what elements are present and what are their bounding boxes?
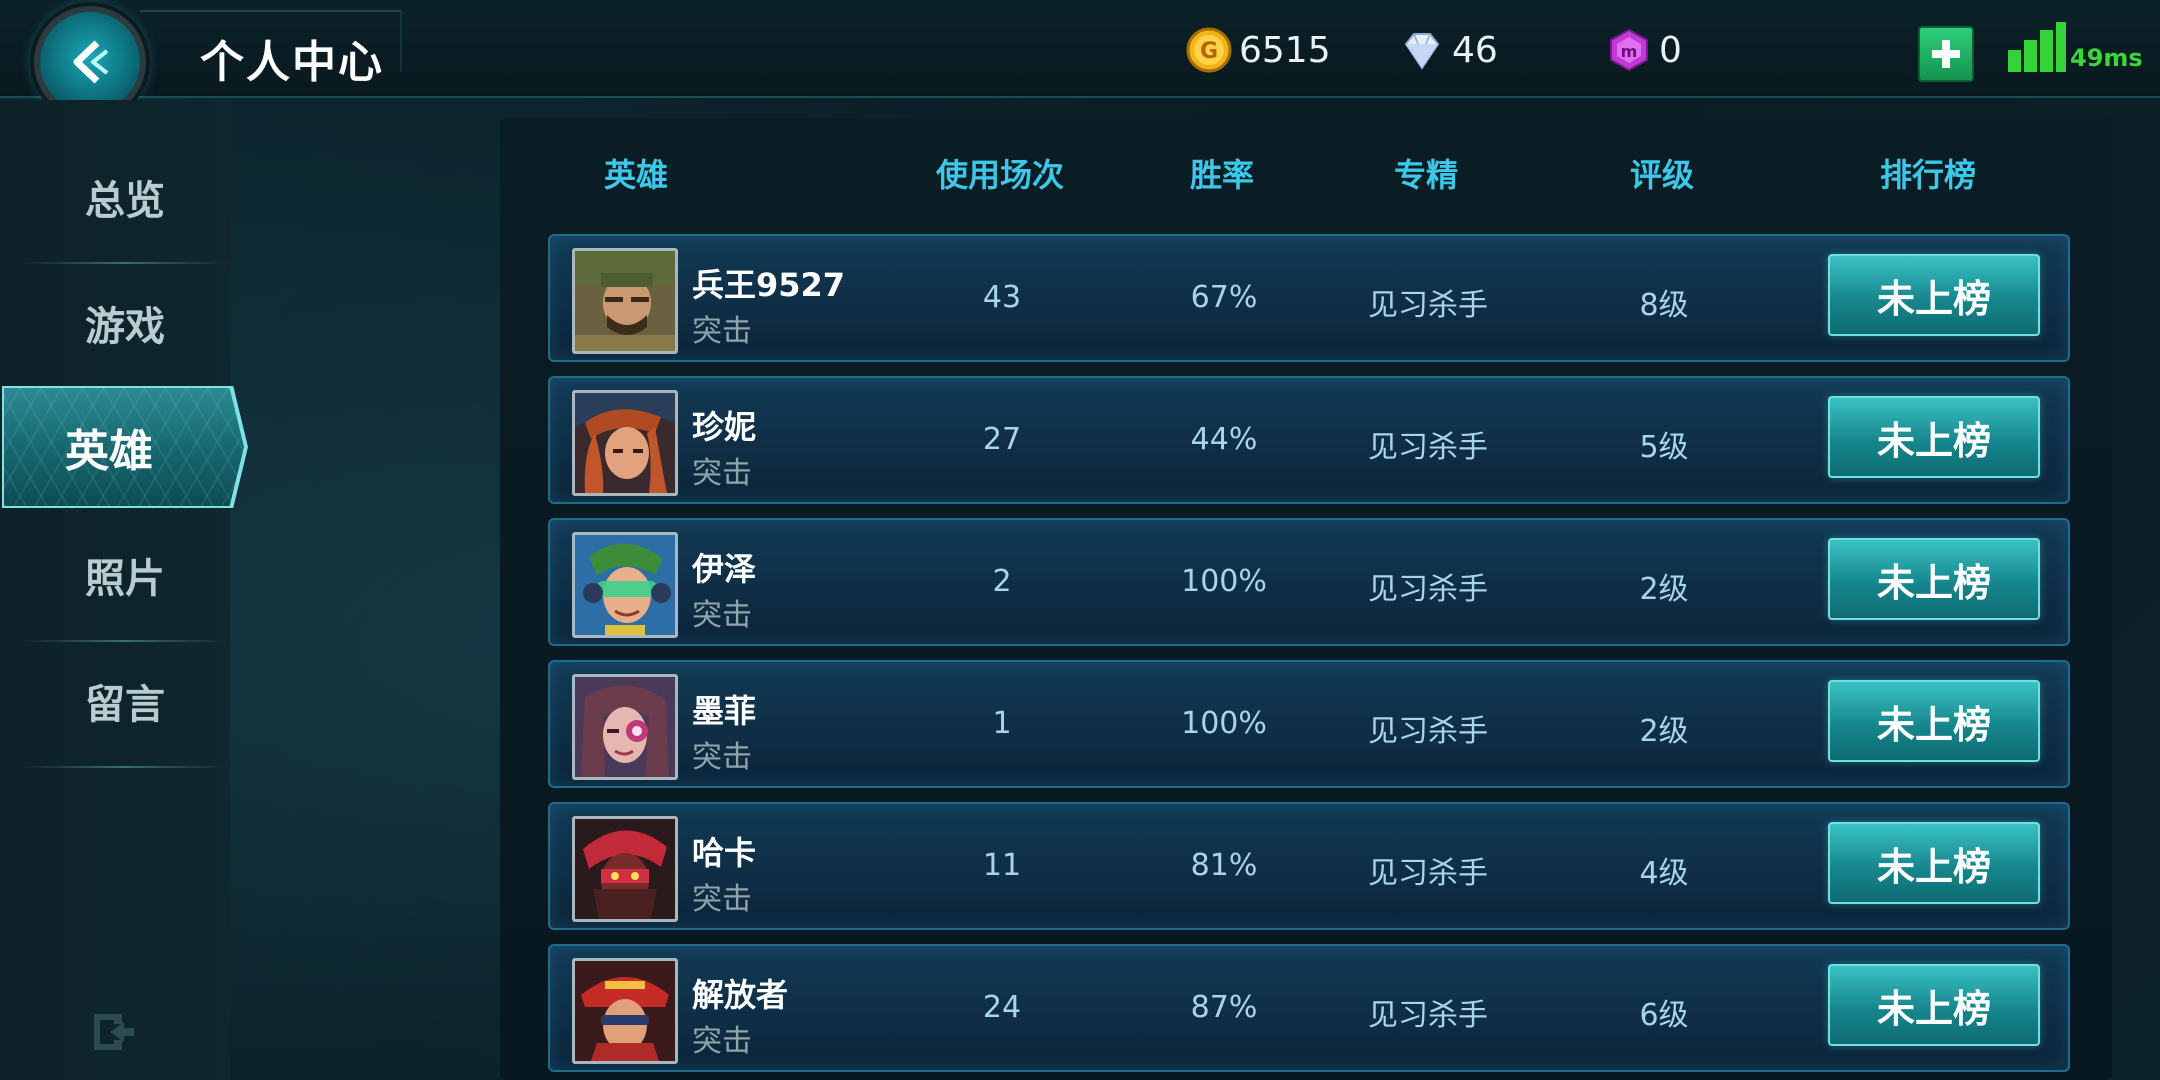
purple-gem-icon: m: [1610, 28, 1648, 72]
hero-role: 突击: [692, 1024, 752, 1059]
sidebar-item-heroes[interactable]: 英雄: [4, 388, 244, 506]
table-row[interactable]: 解放者 突击 24 87% 见习杀手 6级 未上榜: [548, 944, 2070, 1072]
ping-value: 49ms: [2070, 44, 2143, 72]
mastery-cell: 见习杀手: [1368, 430, 1488, 465]
mastery-cell: 见习杀手: [1368, 572, 1488, 607]
sidebar-item-photos[interactable]: 照片: [20, 514, 230, 636]
screen: 个人中心 G 6515 46 m 0 49ms 总览 游戏 英雄 照片 留言 英…: [0, 0, 2160, 1080]
grade-cell: 8级: [1639, 288, 1689, 323]
win-rate-cell: 87%: [1190, 990, 1258, 1025]
matches-cell: 27: [982, 422, 1022, 457]
diamond-amount: 46: [1452, 29, 1498, 71]
hero-portrait: [572, 958, 678, 1064]
column-header-mastery: 专精: [1393, 156, 1459, 194]
purple-gem-amount: 0: [1659, 29, 1682, 71]
hero-portrait: [572, 816, 678, 922]
matches-cell: 1: [992, 706, 1012, 741]
grade-cell: 5级: [1639, 430, 1689, 465]
page-title: 个人中心: [200, 37, 384, 88]
hero-name: 珍妮: [692, 408, 757, 446]
column-header-leaderboard: 排行榜: [1879, 156, 1977, 194]
hero-role: 突击: [692, 598, 752, 633]
exit-icon[interactable]: [86, 1010, 136, 1054]
column-header-win-rate: 胜率: [1189, 156, 1255, 194]
top-bar: 个人中心 G 6515 46 m 0 49ms: [0, 0, 2160, 118]
sidebar-item-messages[interactable]: 留言: [20, 640, 230, 762]
grade-cell: 6级: [1639, 998, 1689, 1033]
sidebar-divider: [20, 766, 230, 768]
table-row[interactable]: 墨菲 突击 1 100% 见习杀手 2级 未上榜: [548, 660, 2070, 788]
gold-coin-icon: G: [1186, 27, 1232, 73]
win-rate-cell: 67%: [1190, 280, 1258, 315]
gold-amount: 6515: [1239, 29, 1331, 71]
mastery-cell: 见习杀手: [1368, 288, 1488, 323]
hero-portrait: [572, 674, 678, 780]
mastery-cell: 见习杀手: [1368, 998, 1488, 1033]
table-row[interactable]: 哈卡 突击 11 81% 见习杀手 4级 未上榜: [548, 802, 2070, 930]
hero-role: 突击: [692, 882, 752, 917]
hero-role: 突击: [692, 314, 752, 349]
hero-name: 哈卡: [692, 834, 757, 872]
diamond-balance: 46: [1398, 26, 1498, 74]
win-rate-cell: 81%: [1190, 848, 1258, 883]
leaderboard-button[interactable]: 未上榜: [1828, 396, 2040, 478]
back-arrow-icon: [73, 40, 109, 84]
hero-name: 解放者: [692, 976, 789, 1014]
hero-role: 突击: [692, 456, 752, 491]
grade-cell: 2级: [1639, 714, 1689, 749]
matches-cell: 43: [982, 280, 1022, 315]
hero-portrait: [572, 390, 678, 496]
gold-balance: G 6515: [1185, 26, 1331, 74]
mastery-cell: 见习杀手: [1368, 714, 1488, 749]
win-rate-cell: 44%: [1190, 422, 1258, 457]
sidebar-item-overview[interactable]: 总览: [20, 136, 230, 258]
table-row[interactable]: 珍妮 突击 27 44% 见习杀手 5级 未上榜: [548, 376, 2070, 504]
sidebar-item-label: 英雄: [65, 426, 153, 477]
hero-name: 兵王9527: [692, 266, 846, 304]
plus-icon: [1932, 40, 1960, 68]
mastery-cell: 见习杀手: [1368, 856, 1488, 891]
leaderboard-button[interactable]: 未上榜: [1828, 822, 2040, 904]
column-header-matches: 使用场次: [935, 156, 1065, 194]
recharge-button[interactable]: [1918, 26, 1974, 82]
grade-cell: 4级: [1639, 856, 1689, 891]
sidebar-item-label: 总览: [85, 178, 165, 224]
diamond-icon: [1404, 33, 1440, 70]
signal-icon: [2008, 22, 2068, 72]
leaderboard-button[interactable]: 未上榜: [1828, 680, 2040, 762]
purple-gem-balance: m 0: [1605, 26, 1682, 74]
matches-cell: 24: [982, 990, 1022, 1025]
hero-name: 墨菲: [692, 692, 757, 730]
sidebar-item-games[interactable]: 游戏: [20, 262, 230, 384]
sidebar-item-label: 留言: [85, 682, 165, 728]
win-rate-cell: 100%: [1181, 706, 1267, 741]
win-rate-cell: 100%: [1181, 564, 1267, 599]
sidebar-item-label: 照片: [85, 556, 165, 602]
table-row[interactable]: 兵王9527 突击 43 67% 见习杀手 8级 未上榜: [548, 234, 2070, 362]
matches-cell: 2: [992, 564, 1012, 599]
hero-portrait: [572, 532, 678, 638]
leaderboard-button[interactable]: 未上榜: [1828, 964, 2040, 1046]
matches-cell: 11: [982, 848, 1022, 883]
grade-cell: 2级: [1639, 572, 1689, 607]
hero-portrait: [572, 248, 678, 354]
column-header-hero: 英雄: [603, 156, 669, 194]
leaderboard-button[interactable]: 未上榜: [1828, 538, 2040, 620]
hero-role: 突击: [692, 740, 752, 775]
column-header-grade: 评级: [1629, 156, 1695, 194]
svg-text:G: G: [1200, 39, 1218, 64]
sidebar-item-label: 游戏: [85, 304, 165, 350]
hero-name: 伊泽: [692, 550, 757, 588]
leaderboard-button[interactable]: 未上榜: [1828, 254, 2040, 336]
table-row[interactable]: 伊泽 突击 2 100% 见习杀手 2级 未上榜: [548, 518, 2070, 646]
svg-text:m: m: [1621, 42, 1638, 61]
